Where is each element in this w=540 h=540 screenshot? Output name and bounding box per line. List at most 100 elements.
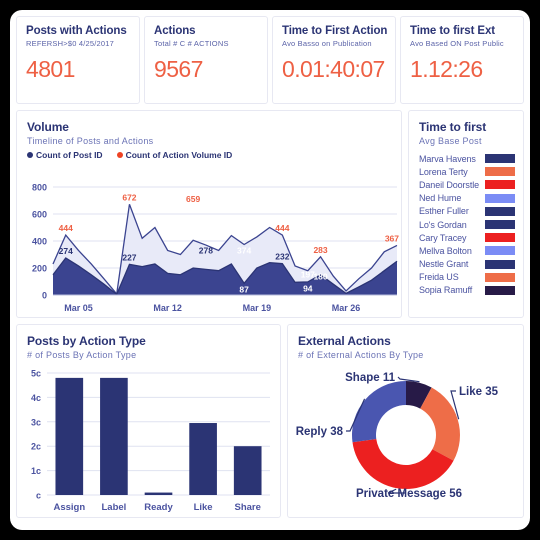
y-axis-tick-label: 200 xyxy=(32,264,47,274)
data-label-232: 232 xyxy=(275,252,289,262)
data-label-278: 278 xyxy=(199,245,213,255)
time-to-first-color-swatch xyxy=(485,285,515,295)
time-to-first-row[interactable]: Esther Fuller xyxy=(419,205,515,218)
volume-timeline-chart[interactable]: 0 200 400 600 800 Mar 05 Mar 12 Mar 19 Mar 26 444… xyxy=(17,173,403,319)
y-axis-tick-label: 0 xyxy=(42,291,47,301)
time-to-first-row[interactable]: Lorena Terty xyxy=(419,165,515,178)
kpi-card-time-to-first-action[interactable]: Time to First Action Avo Basso on Public… xyxy=(272,16,396,104)
kpi-row: Posts with Actions REFERSH>$0 4/25/2017 … xyxy=(16,16,524,104)
x-axis-tick-label: Mar 19 xyxy=(243,303,272,313)
data-label-659: 659 xyxy=(186,194,200,204)
x-axis-tick-label: Share xyxy=(234,502,260,513)
time-to-first-name: Freida US xyxy=(419,272,459,283)
donut-slice-reply[interactable] xyxy=(352,381,406,443)
dashboard-card: Posts with Actions REFERSH>$0 4/25/2017 … xyxy=(10,10,530,530)
x-axis-tick-label: Assign xyxy=(53,502,85,513)
x-axis-tick-label: Ready xyxy=(144,502,173,513)
time-to-first-name: Lo's Gordan xyxy=(419,219,467,230)
time-to-first-row[interactable]: Lo's Gordan xyxy=(419,218,515,231)
time-to-first-color-swatch xyxy=(485,246,515,256)
donut-label-reply: Reply 38 xyxy=(296,426,344,438)
kpi-subtitle: Avo Based ON Post Public xyxy=(410,39,504,48)
data-label-444: 444 xyxy=(275,223,289,233)
time-to-first-name: Marva Havens xyxy=(419,153,476,164)
legend-label: Count of Post ID xyxy=(36,150,103,160)
y-axis-tick-label: 4c xyxy=(31,393,41,403)
donut-label-shape: Shape 11 xyxy=(345,372,395,384)
x-axis-tick-label: Like xyxy=(194,502,213,513)
kpi-card-time-to-first-ext[interactable]: Time to first Ext Avo Based ON Post Publ… xyxy=(400,16,524,104)
time-to-first-row[interactable]: Ned Hume xyxy=(419,192,515,205)
bar-share[interactable] xyxy=(233,446,262,495)
time-to-first-color-swatch xyxy=(485,220,515,230)
time-to-first-color-swatch xyxy=(485,154,515,164)
y-axis-tick-label: 2c xyxy=(31,442,41,452)
time-to-first-name: Sopia Ramuff xyxy=(419,285,473,296)
legend-label: Count of Action Volume ID xyxy=(125,150,233,160)
x-axis-tick-label: Label xyxy=(101,502,126,513)
posts-by-action-subtitle: # of Posts By Action Type xyxy=(27,350,137,360)
posts-by-action-title: Posts by Action Type xyxy=(27,334,146,348)
volume-subtitle: Timeline of Posts and Actions xyxy=(27,136,154,146)
data-label-94: 94 xyxy=(303,283,313,293)
data-label-180: 180 xyxy=(313,272,327,282)
volume-title: Volume xyxy=(27,120,69,134)
x-axis-tick-label: Mar 05 xyxy=(64,303,93,313)
external-actions-donut-chart[interactable]: Like 35 Shape 11 Reply 38 Private Message 5… xyxy=(288,361,525,517)
kpi-title: Posts with Actions xyxy=(26,25,127,37)
dashboard-root: Posts with Actions REFERSH>$0 4/25/2017 … xyxy=(0,0,540,540)
donut-label-private-message: Private Message 56 xyxy=(356,488,462,500)
time-to-first-color-swatch xyxy=(485,180,515,190)
data-label-283: 283 xyxy=(313,245,327,255)
time-to-first-color-swatch xyxy=(485,259,515,269)
y-axis-tick-label: c xyxy=(36,491,41,501)
donut-leader-line xyxy=(397,376,420,383)
kpi-subtitle: REFERSH>$0 4/25/2017 xyxy=(26,39,115,48)
time-to-first-title: Time to first xyxy=(419,120,487,134)
legend-item-action-volume-id[interactable]: Count of Action Volume ID xyxy=(116,150,233,160)
time-to-first-color-swatch xyxy=(485,167,515,177)
external-actions-title: External Actions xyxy=(298,334,391,348)
kpi-title: Actions xyxy=(154,25,196,37)
time-to-first-row[interactable]: Nestle Grant xyxy=(419,258,515,271)
kpi-card-posts-with-actions[interactable]: Posts with Actions REFERSH>$0 4/25/2017 … xyxy=(16,16,140,104)
time-to-first-list: Marva Havens Lorena Terty Daneil Doorstle N… xyxy=(419,152,515,297)
bar-like[interactable] xyxy=(189,423,217,495)
time-to-first-row[interactable]: Cary Tracey xyxy=(419,231,515,244)
time-to-first-name: Cary Tracey xyxy=(419,232,467,243)
bar-ready[interactable] xyxy=(144,492,173,495)
data-label-274: 274 xyxy=(59,246,73,256)
time-to-first-panel: Time to first Avg Base Post Marva Havens… xyxy=(408,110,524,318)
time-to-first-row[interactable]: Sopia Ramuff xyxy=(419,284,515,297)
time-to-first-row[interactable]: Daneil Doorstle xyxy=(419,178,515,191)
kpi-subtitle: Total # C # ACTIONS xyxy=(154,39,229,48)
time-to-first-name: Ned Hume xyxy=(419,193,462,204)
y-axis-tick-label: 5c xyxy=(31,369,41,379)
x-axis-tick-label: Mar 12 xyxy=(153,303,182,313)
data-label-87: 87 xyxy=(239,284,249,294)
data-label-227: 227 xyxy=(122,252,136,262)
time-to-first-row[interactable]: Marva Havens xyxy=(419,152,515,165)
legend-dot-icon xyxy=(27,152,33,158)
kpi-title: Time to first Ext xyxy=(410,25,495,37)
bar-assign[interactable] xyxy=(55,377,84,495)
posts-by-action-chart[interactable]: c 1c 2c 3c 4c 5c Assign Label Ready Like Share xyxy=(17,365,282,517)
time-to-first-name: Daneil Doorstle xyxy=(419,179,480,190)
kpi-card-actions[interactable]: Actions Total # C # ACTIONS 9567 xyxy=(144,16,268,104)
external-actions-subtitle: # of External Actions By Type xyxy=(298,350,424,360)
external-actions-panel: External Actions # of External Actions B… xyxy=(287,324,524,518)
time-to-first-color-swatch xyxy=(485,206,515,216)
kpi-subtitle: Avo Basso on Publication xyxy=(282,39,372,48)
donut-slice-like[interactable] xyxy=(420,387,460,461)
time-to-first-row[interactable]: Mellva Bolton xyxy=(419,244,515,257)
kpi-value: 9567 xyxy=(154,56,203,82)
time-to-first-color-swatch xyxy=(485,233,515,243)
legend-item-post-id[interactable]: Count of Post ID xyxy=(27,150,103,160)
y-axis-tick-label: 400 xyxy=(32,237,47,247)
data-label-444: 444 xyxy=(59,223,73,233)
x-axis-tick-label: Mar 26 xyxy=(332,303,361,313)
posts-by-action-type-panel: Posts by Action Type # of Posts By Actio… xyxy=(16,324,281,518)
time-to-first-row[interactable]: Freida US xyxy=(419,271,515,284)
bar-label[interactable] xyxy=(100,377,128,495)
volume-legend: Count of Post ID Count of Action Volume … xyxy=(27,150,391,160)
